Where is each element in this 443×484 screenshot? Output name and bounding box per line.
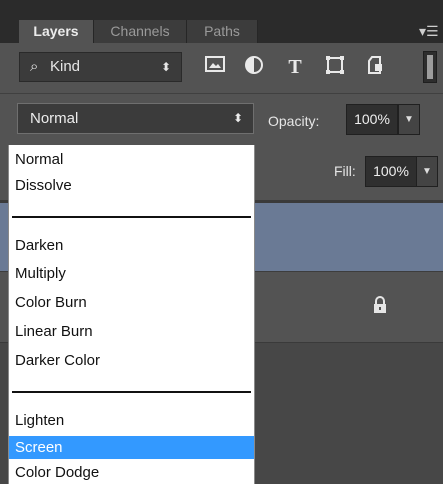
pixel-filter-icon[interactable] [202,55,228,79]
menu-item-darken[interactable]: Darken [9,234,254,257]
menu-separator [12,216,251,218]
menu-item-multiply[interactable]: Multiply [9,262,254,285]
updown-chevron-icon: ⬍ [232,111,243,125]
type-filter-icon[interactable]: T [282,55,308,79]
fill-dropdown-arrow[interactable]: ▼ [416,156,438,187]
search-icon: ⌕ [30,58,39,75]
shape-filter-icon[interactable] [322,55,348,79]
blend-row: Normal ⬍ Opacity: 100% ▼ [0,94,443,145]
filter-row: ⌕ Kind ⬍ T [0,43,443,93]
fill-field[interactable]: 100% [365,156,417,187]
layers-panel: Layers Channels Paths ▾☰ ⌕ Kind ⬍ T Norm… [0,0,443,484]
filter-toggle-switch[interactable] [423,51,437,83]
panel-menu-icon[interactable]: ▾☰ [419,22,439,40]
menu-item-darker-color[interactable]: Darker Color [9,349,254,372]
panel-tab-strip: Layers Channels Paths ▾☰ [0,0,443,43]
lock-icon [370,296,390,316]
menu-item-color-dodge[interactable]: Color Dodge [9,461,254,484]
adjustment-filter-icon[interactable] [241,55,267,79]
tab-paths[interactable]: Paths [187,20,258,43]
blend-mode-dropdown-menu: Normal Dissolve Darken Multiply Color Bu… [8,145,255,484]
fill-label: Fill: [334,163,356,179]
opacity-dropdown-arrow[interactable]: ▼ [398,104,420,135]
menu-item-screen[interactable]: Screen [9,436,254,459]
filter-kind-label: Kind [50,58,81,75]
filter-kind-select[interactable]: ⌕ Kind ⬍ [19,52,182,82]
smart-object-filter-icon[interactable] [363,55,389,79]
menu-item-linear-burn[interactable]: Linear Burn [9,320,254,343]
menu-item-lighten[interactable]: Lighten [9,409,254,432]
menu-item-normal[interactable]: Normal [9,148,254,171]
menu-item-color-burn[interactable]: Color Burn [9,291,254,314]
menu-item-dissolve[interactable]: Dissolve [9,174,254,197]
opacity-label: Opacity: [268,113,320,129]
updown-chevron-icon: ⬍ [160,60,171,74]
opacity-field[interactable]: 100% [346,104,398,135]
tab-channels[interactable]: Channels [94,20,187,43]
menu-separator [12,391,251,393]
blend-mode-select[interactable]: Normal ⬍ [17,103,254,134]
blend-mode-value: Normal [30,110,79,127]
tab-layers[interactable]: Layers [19,20,94,43]
